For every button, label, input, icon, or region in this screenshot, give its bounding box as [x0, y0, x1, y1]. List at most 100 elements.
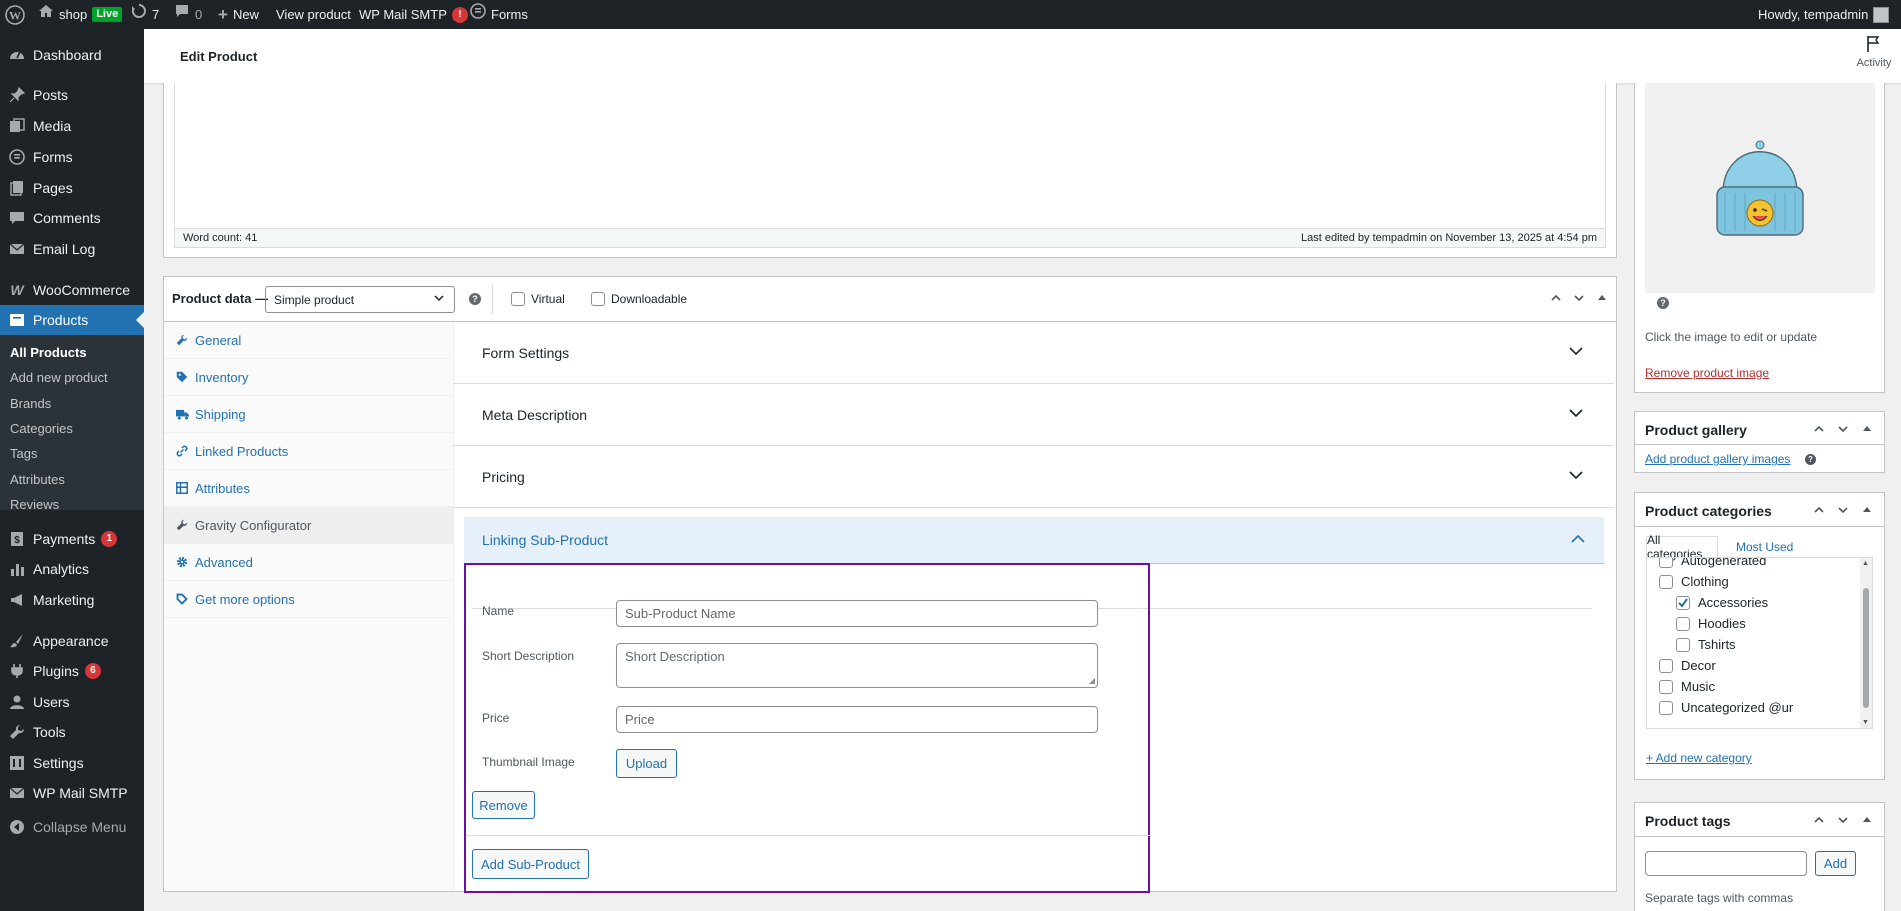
submenu-all-products[interactable]: All Products	[10, 345, 87, 360]
category-checkbox[interactable]	[1659, 574, 1673, 589]
category-checkbox[interactable]	[1659, 700, 1673, 715]
view-product-link[interactable]: View product	[276, 0, 351, 29]
wp-mail-smtp-link[interactable]: WP Mail SMTP !	[359, 0, 468, 29]
category-item-hoodies[interactable]: Hoodies	[1676, 616, 1746, 631]
category-checkbox[interactable]	[1659, 558, 1673, 568]
move-down-icon[interactable]	[1836, 422, 1850, 439]
new-content-link[interactable]: + New	[218, 0, 259, 29]
category-checkbox[interactable]	[1676, 616, 1690, 631]
tab-shipping[interactable]: Shipping	[164, 396, 453, 433]
submenu-add-new-product[interactable]: Add new product	[10, 370, 108, 385]
category-checkbox[interactable]	[1659, 679, 1673, 694]
move-down-icon[interactable]	[1572, 291, 1586, 308]
category-item-decor[interactable]: Decor	[1659, 658, 1716, 673]
collapse-menu-button[interactable]: Collapse Menu	[0, 812, 144, 842]
forms-link[interactable]: Forms	[470, 0, 528, 29]
toggle-panel-icon[interactable]	[1595, 291, 1609, 308]
upload-button[interactable]: Upload	[616, 749, 677, 778]
submenu-attributes[interactable]: Attributes	[10, 472, 65, 487]
accordion-form-settings[interactable]: Form Settings	[454, 322, 1614, 384]
menu-wp-mail-smtp[interactable]: WP Mail SMTP	[0, 778, 144, 808]
help-icon[interactable]: ?	[1657, 297, 1669, 309]
add-new-category-link[interactable]: + Add new category	[1646, 751, 1752, 765]
tab-gravity-configurator[interactable]: Gravity Configurator	[164, 507, 453, 544]
menu-tools[interactable]: Tools	[0, 717, 144, 747]
submenu-reviews[interactable]: Reviews	[10, 497, 59, 512]
my-account-link[interactable]: Howdy, tempadmin	[1758, 0, 1890, 29]
menu-appearance[interactable]: Appearance	[0, 626, 144, 656]
tab-attributes[interactable]: Attributes	[164, 470, 453, 507]
scrollbar-thumb[interactable]	[1863, 588, 1869, 708]
move-up-icon[interactable]	[1812, 422, 1826, 439]
menu-products[interactable]: Products	[0, 305, 144, 335]
accordion-pricing[interactable]: Pricing	[454, 446, 1614, 508]
downloadable-checkbox-box[interactable]	[591, 292, 605, 306]
product-image[interactable]	[1645, 83, 1875, 293]
category-item-clothing[interactable]: Clothing	[1659, 574, 1729, 589]
submenu-categories[interactable]: Categories	[10, 421, 73, 436]
category-item-uncategorized[interactable]: Uncategorized @ur	[1659, 700, 1793, 715]
category-checkbox[interactable]	[1676, 637, 1690, 652]
menu-analytics[interactable]: Analytics	[0, 554, 144, 584]
tab-general[interactable]: General	[164, 322, 453, 359]
help-icon[interactable]: ?	[1805, 454, 1816, 465]
scroll-down-icon[interactable]: ▼	[1862, 719, 1869, 726]
menu-settings[interactable]: Settings	[0, 748, 144, 778]
help-icon[interactable]: ?	[469, 293, 481, 305]
category-scrollbar[interactable]: ▲ ▼	[1860, 558, 1872, 728]
menu-comments[interactable]: Comments	[0, 203, 144, 233]
menu-payments[interactable]: $ Payments 1	[0, 524, 144, 554]
category-item-accessories[interactable]: Accessories	[1676, 595, 1768, 610]
tab-most-used[interactable]: Most Used	[1736, 540, 1793, 554]
add-tag-button[interactable]: Add	[1815, 851, 1856, 876]
updates-link[interactable]: 7	[131, 0, 159, 29]
add-sub-product-button[interactable]: Add Sub-Product	[472, 849, 589, 879]
category-item-tshirts[interactable]: Tshirts	[1676, 637, 1736, 652]
activity-button[interactable]: Activity	[1850, 35, 1898, 69]
virtual-checkbox-box[interactable]	[511, 292, 525, 306]
menu-forms[interactable]: Forms	[0, 142, 144, 172]
move-down-icon[interactable]	[1836, 813, 1850, 830]
category-checkbox-checked[interactable]	[1676, 595, 1690, 610]
menu-marketing[interactable]: Marketing	[0, 585, 144, 615]
menu-media[interactable]: Media	[0, 111, 144, 141]
downloadable-checkbox[interactable]: Downloadable	[591, 292, 687, 306]
add-gallery-images-link[interactable]: Add product gallery images	[1645, 452, 1790, 466]
submenu-tags[interactable]: Tags	[10, 446, 37, 461]
menu-pages[interactable]: Pages	[0, 173, 144, 203]
wordpress-logo-icon[interactable]: W	[5, 0, 25, 29]
content-editor-area[interactable]	[174, 83, 1606, 229]
submenu-brands[interactable]: Brands	[10, 396, 51, 411]
remove-product-image-link[interactable]: Remove product image	[1645, 366, 1769, 380]
move-up-icon[interactable]	[1812, 813, 1826, 830]
menu-email-log[interactable]: Email Log	[0, 234, 144, 264]
menu-dashboard[interactable]: Dashboard	[0, 40, 144, 70]
move-up-icon[interactable]	[1812, 503, 1826, 520]
tag-input[interactable]	[1645, 851, 1807, 876]
resize-handle-icon[interactable]: ◢	[1089, 676, 1095, 685]
menu-users[interactable]: Users	[0, 687, 144, 717]
toggle-panel-icon[interactable]	[1860, 422, 1874, 439]
tab-get-more-options[interactable]: Get more options	[164, 581, 453, 618]
comments-link[interactable]: 0	[174, 0, 202, 29]
menu-posts[interactable]: Posts	[0, 80, 144, 110]
toggle-panel-icon[interactable]	[1860, 813, 1874, 830]
tab-linked-products[interactable]: Linked Products	[164, 433, 453, 470]
move-down-icon[interactable]	[1836, 503, 1850, 520]
site-name-link[interactable]: shop Live	[38, 0, 123, 29]
menu-plugins[interactable]: Plugins 6	[0, 656, 144, 686]
product-type-select[interactable]: Simple product	[265, 286, 455, 313]
move-up-icon[interactable]	[1549, 291, 1563, 308]
tab-advanced[interactable]: Advanced	[164, 544, 453, 581]
category-item-autogenerated[interactable]: Autogenerated	[1659, 558, 1766, 568]
accordion-linking-sub-product[interactable]: Linking Sub-Product	[464, 517, 1604, 563]
menu-woocommerce[interactable]: W WooCommerce	[0, 275, 144, 305]
tab-inventory[interactable]: Inventory	[164, 359, 453, 396]
sub-product-name-input[interactable]: Sub-Product Name	[616, 600, 1098, 627]
short-description-textarea[interactable]: Short Description ◢	[616, 643, 1098, 688]
toggle-panel-icon[interactable]	[1860, 503, 1874, 520]
scroll-up-icon[interactable]: ▲	[1862, 560, 1869, 567]
category-checkbox[interactable]	[1659, 658, 1673, 673]
remove-sub-product-button[interactable]: Remove	[472, 791, 535, 819]
category-item-music[interactable]: Music	[1659, 679, 1715, 694]
